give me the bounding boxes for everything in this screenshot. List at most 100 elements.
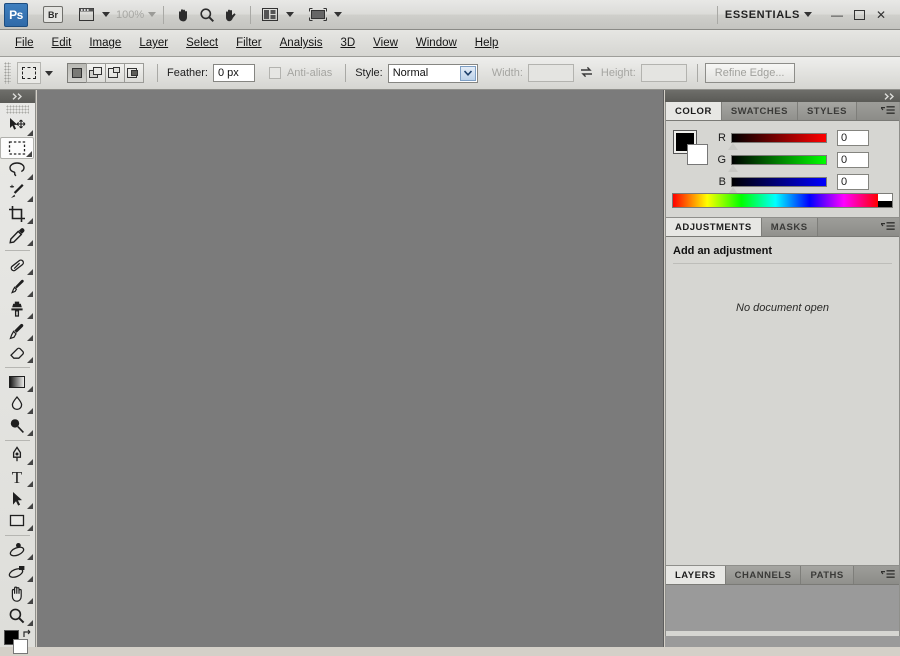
launch-bridge-button[interactable]: Br: [43, 6, 63, 23]
width-input[interactable]: [527, 64, 574, 82]
intersect-with-selection-button[interactable]: [124, 63, 144, 83]
tab-masks[interactable]: MASKS: [761, 218, 818, 236]
tool-hand[interactable]: [0, 583, 34, 605]
menu-item-view[interactable]: View: [364, 34, 407, 52]
menu-item-select[interactable]: Select: [177, 34, 227, 52]
tool-flyout-triangle[interactable]: [27, 313, 33, 319]
tab-swatches[interactable]: SWATCHES: [721, 102, 798, 120]
tool-brush[interactable]: [0, 276, 34, 298]
tool-flyout-triangle[interactable]: [27, 240, 33, 246]
menu-item-window[interactable]: Window: [407, 34, 466, 52]
menu-item-help[interactable]: Help: [466, 34, 508, 52]
tool-horizontal-type[interactable]: T: [0, 466, 34, 488]
tool-spot-healing-brush[interactable]: [0, 254, 34, 276]
screen-mode-icon[interactable]: [307, 4, 329, 26]
anti-alias-checkbox[interactable]: [268, 67, 281, 79]
tool-flyout-triangle[interactable]: [27, 503, 33, 509]
tool-flyout-triangle[interactable]: [27, 620, 33, 626]
workspace-caret[interactable]: [804, 12, 812, 17]
dock-collapse-bar[interactable]: [665, 90, 900, 102]
green-slider[interactable]: [728, 155, 827, 172]
tool-dodge[interactable]: [0, 415, 34, 437]
document-workspace-area[interactable]: [37, 90, 664, 647]
tool-flyout-triangle[interactable]: [27, 576, 33, 582]
tool-flyout-triangle[interactable]: [27, 130, 33, 136]
height-input[interactable]: [640, 64, 687, 82]
tool-flyout-triangle[interactable]: [27, 408, 33, 414]
tool-blur[interactable]: [0, 393, 34, 415]
tab-channels[interactable]: CHANNELS: [725, 566, 802, 584]
color-spectrum-ramp[interactable]: [672, 193, 893, 208]
tool-3d-object-rotate[interactable]: [0, 539, 34, 561]
adjustments-panel-menu-icon[interactable]: [881, 222, 895, 231]
view-extras-dropdown-caret[interactable]: [102, 12, 110, 17]
menu-item-image[interactable]: Image: [80, 34, 130, 52]
tool-flyout-triangle[interactable]: [27, 386, 33, 392]
swap-colors-icon[interactable]: [23, 629, 34, 640]
black-swatch[interactable]: [878, 200, 892, 207]
panel-background-swatch[interactable]: [687, 144, 708, 165]
green-slider-thumb[interactable]: [728, 165, 738, 172]
tool-flyout-triangle[interactable]: [27, 291, 33, 297]
tool-flyout-triangle[interactable]: [27, 335, 33, 341]
hand-tool-icon[interactable]: [172, 4, 194, 26]
screen-mode-caret[interactable]: [334, 12, 343, 17]
tool-rectangle-shape[interactable]: [0, 510, 34, 532]
style-select[interactable]: Normal: [387, 63, 478, 83]
tool-flyout-triangle[interactable]: [27, 218, 33, 224]
tool-flyout-triangle[interactable]: [27, 357, 33, 363]
tool-lasso[interactable]: [0, 159, 34, 181]
menu-item-3d[interactable]: 3D: [331, 34, 364, 52]
new-selection-button[interactable]: [67, 63, 87, 83]
tool-history-brush[interactable]: [0, 320, 34, 342]
tool-quick-selection[interactable]: [0, 181, 34, 203]
subtract-from-selection-button[interactable]: [105, 63, 125, 83]
layers-panel-body[interactable]: [666, 585, 899, 631]
tool-flyout-triangle[interactable]: [27, 554, 33, 560]
tool-zoom[interactable]: [0, 605, 34, 627]
spectrum-strip[interactable]: [673, 194, 878, 207]
feather-input[interactable]: 0 px: [212, 64, 255, 82]
layers-panel-menu-icon[interactable]: [881, 570, 895, 579]
blue-value-input[interactable]: 0: [837, 174, 869, 190]
tool-gradient[interactable]: [0, 371, 34, 393]
red-slider[interactable]: [728, 133, 827, 150]
tool-flyout-triangle[interactable]: [26, 151, 32, 157]
menu-item-file[interactable]: File: [6, 34, 43, 52]
tool-flyout-triangle[interactable]: [27, 269, 33, 275]
add-to-selection-button[interactable]: [86, 63, 106, 83]
minimize-button[interactable]: —: [826, 5, 848, 25]
tab-paths[interactable]: PATHS: [801, 566, 854, 584]
menu-item-filter[interactable]: Filter: [227, 34, 271, 52]
red-slider-thumb[interactable]: [728, 143, 738, 150]
workspace-switcher[interactable]: ESSENTIALS: [725, 9, 812, 21]
tools-panel-drag-handle[interactable]: [6, 105, 29, 114]
zoom-tool-icon[interactable]: [196, 4, 218, 26]
menu-item-layer[interactable]: Layer: [130, 34, 177, 52]
tool-flyout-triangle[interactable]: [27, 598, 33, 604]
tab-adjustments[interactable]: ADJUSTMENTS: [666, 218, 762, 236]
zoom-level-dropdown-caret[interactable]: [148, 12, 157, 17]
white-black-swatch-strip[interactable]: [878, 194, 892, 207]
options-bar-drag-handle[interactable]: [4, 62, 11, 84]
red-value-input[interactable]: 0: [837, 130, 869, 146]
maximize-button[interactable]: [848, 5, 870, 25]
tool-flyout-triangle[interactable]: [27, 525, 33, 531]
tool-preset-caret[interactable]: [45, 70, 53, 76]
tool-path-selection[interactable]: [0, 488, 34, 510]
green-value-input[interactable]: 0: [837, 152, 869, 168]
tool-flyout-triangle[interactable]: [27, 430, 33, 436]
close-button[interactable]: ✕: [870, 5, 892, 25]
tab-styles[interactable]: STYLES: [797, 102, 857, 120]
rotate-view-tool-icon[interactable]: [220, 4, 242, 26]
tool-rectangular-marquee[interactable]: [0, 137, 34, 159]
menu-item-analysis[interactable]: Analysis: [271, 34, 332, 52]
swap-width-height-icon[interactable]: [580, 66, 593, 81]
blue-slider[interactable]: [728, 177, 827, 194]
tool-flyout-triangle[interactable]: [27, 481, 33, 487]
tool-move[interactable]: [0, 115, 34, 137]
tool-pen[interactable]: [0, 444, 34, 466]
menu-item-edit[interactable]: Edit: [43, 34, 81, 52]
tab-layers[interactable]: LAYERS: [666, 566, 726, 584]
tool-flyout-triangle[interactable]: [27, 459, 33, 465]
